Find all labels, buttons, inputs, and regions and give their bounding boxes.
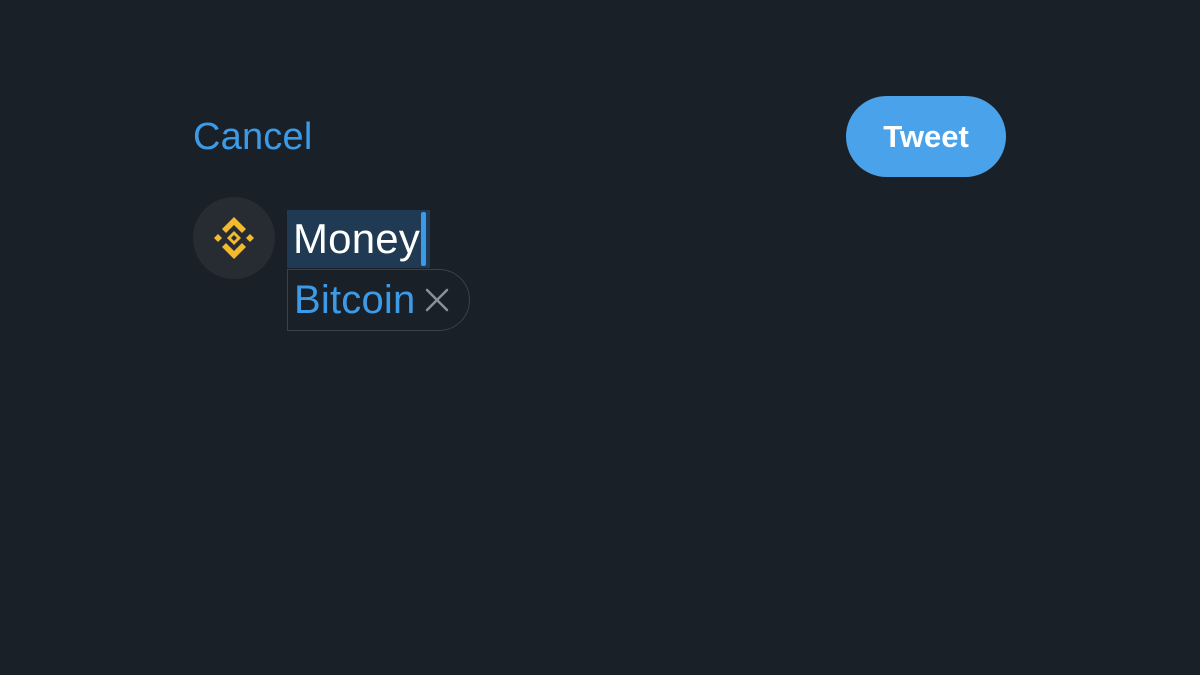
close-icon[interactable]	[423, 286, 451, 314]
autocorrect-suggestion[interactable]: Bitcoin	[287, 269, 471, 331]
text-cursor	[421, 212, 427, 266]
compose-tweet-screen: Cancel Tweet Money Bitcoin	[0, 0, 1200, 675]
suggestion-label[interactable]: Bitcoin	[294, 277, 415, 323]
avatar[interactable]	[193, 197, 275, 279]
tweet-button[interactable]: Tweet	[846, 96, 1006, 177]
binance-logo-icon	[214, 217, 254, 259]
cancel-button[interactable]: Cancel	[193, 114, 313, 160]
tweet-text-input[interactable]: Money	[287, 210, 431, 268]
selected-word: Money	[293, 215, 421, 262]
